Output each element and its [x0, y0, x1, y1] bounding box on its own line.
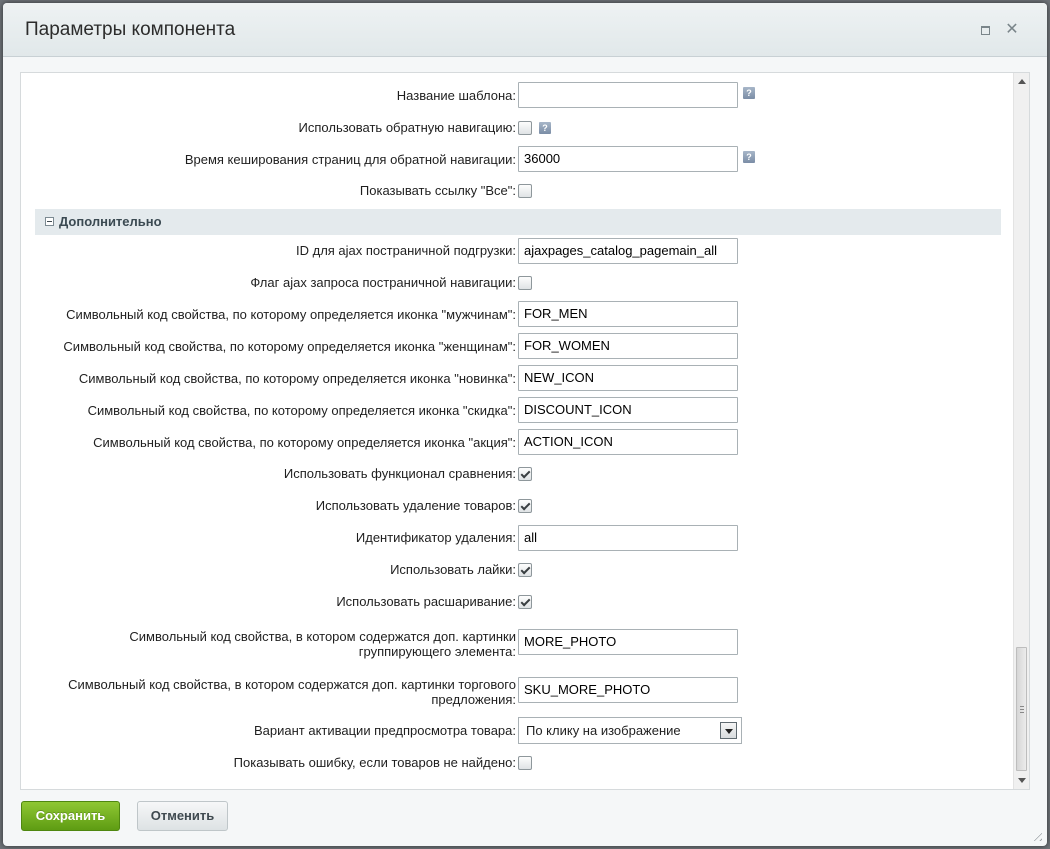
- reverse-nav-label: Использовать обратную навигацию:: [298, 120, 516, 135]
- preview-mode-value: По клику на изображение: [526, 723, 681, 738]
- show-error-checkbox[interactable]: [518, 756, 532, 770]
- scroll-up-icon[interactable]: [1018, 79, 1026, 84]
- help-icon[interactable]: ?: [743, 151, 755, 163]
- icon-women-label: Символьный код свойства, по которому опр…: [63, 339, 516, 354]
- section-advanced[interactable]: Дополнительно: [35, 209, 1001, 235]
- icon-new-label: Символьный код свойства, по которому опр…: [78, 371, 516, 386]
- help-icon[interactable]: ?: [743, 87, 755, 99]
- icon-action-input[interactable]: ACTION_ICON: [518, 429, 738, 455]
- dialog-titlebar[interactable]: Параметры компонента ✕: [3, 3, 1047, 57]
- cache-time-input[interactable]: 36000: [518, 146, 738, 172]
- resize-grip-icon[interactable]: [1030, 829, 1042, 841]
- vertical-scrollbar[interactable]: [1013, 73, 1029, 789]
- ajax-flag-checkbox[interactable]: [518, 276, 532, 290]
- more-photo-label: Символьный код свойства, в котором содер…: [129, 629, 516, 659]
- icon-action-label: Символьный код свойства, по которому опр…: [93, 435, 516, 450]
- dialog-content: Название шаблона: ? Использовать обратну…: [20, 72, 1030, 790]
- ajax-id-input[interactable]: ajaxpages_catalog_pagemain_all: [518, 238, 738, 264]
- show-error-label: Показывать ошибку, если товаров не найде…: [233, 755, 516, 770]
- use-share-checkbox[interactable]: [518, 595, 532, 609]
- more-photo-input[interactable]: MORE_PHOTO: [518, 629, 738, 655]
- icon-new-input[interactable]: NEW_ICON: [518, 365, 738, 391]
- template-name-input[interactable]: [518, 82, 738, 108]
- use-compare-label: Использовать функционал сравнения:: [283, 466, 516, 481]
- chevron-down-icon[interactable]: [720, 722, 737, 739]
- use-share-label: Использовать расшаривание:: [336, 594, 516, 609]
- component-parameters-dialog: Параметры компонента ✕ Название шаблона:…: [3, 3, 1047, 846]
- icon-women-input[interactable]: FOR_WOMEN: [518, 333, 738, 359]
- reverse-nav-checkbox[interactable]: [518, 121, 532, 135]
- sku-more-photo-input[interactable]: SKU_MORE_PHOTO: [518, 677, 738, 703]
- icon-men-input[interactable]: FOR_MEN: [518, 301, 738, 327]
- delete-id-label: Идентификатор удаления:: [355, 530, 516, 545]
- ajax-id-label: ID для ajax постраничной подгрузки:: [296, 243, 516, 258]
- collapse-icon[interactable]: [45, 217, 54, 226]
- close-icon[interactable]: ✕: [1004, 22, 1020, 38]
- use-delete-label: Использовать удаление товаров:: [315, 498, 516, 513]
- maximize-icon[interactable]: [977, 22, 993, 38]
- parameters-form: Название шаблона: ? Использовать обратну…: [21, 73, 1013, 789]
- use-compare-checkbox[interactable]: [518, 467, 532, 481]
- save-button[interactable]: Сохранить: [21, 801, 120, 831]
- section-advanced-title: Дополнительно: [59, 214, 162, 229]
- icon-discount-input[interactable]: DISCOUNT_ICON: [518, 397, 738, 423]
- ajax-flag-label: Флаг ajax запроса постраничной навигации…: [250, 275, 516, 290]
- icon-discount-label: Символьный код свойства, по которому опр…: [87, 403, 516, 418]
- use-likes-label: Использовать лайки:: [390, 562, 516, 577]
- cache-time-label: Время кеширования страниц для обратной н…: [184, 152, 516, 167]
- help-icon[interactable]: ?: [539, 122, 551, 134]
- use-likes-checkbox[interactable]: [518, 563, 532, 577]
- delete-id-input[interactable]: all: [518, 525, 738, 551]
- cancel-button[interactable]: Отменить: [137, 801, 228, 831]
- icon-men-label: Символьный код свойства, по которому опр…: [66, 307, 516, 322]
- dialog-title: Параметры компонента: [25, 19, 236, 40]
- preview-mode-label: Вариант активации предпросмотра товара:: [253, 723, 516, 738]
- scroll-down-icon[interactable]: [1018, 778, 1026, 783]
- show-all-link-label: Показывать ссылку "Все":: [359, 183, 516, 198]
- show-all-link-checkbox[interactable]: [518, 184, 532, 198]
- use-delete-checkbox[interactable]: [518, 499, 532, 513]
- preview-mode-select[interactable]: По клику на изображение: [518, 717, 742, 744]
- scrollbar-thumb[interactable]: [1016, 647, 1027, 771]
- sku-more-photo-label: Символьный код свойства, в котором содер…: [68, 677, 516, 707]
- template-name-label: Название шаблона:: [396, 88, 516, 103]
